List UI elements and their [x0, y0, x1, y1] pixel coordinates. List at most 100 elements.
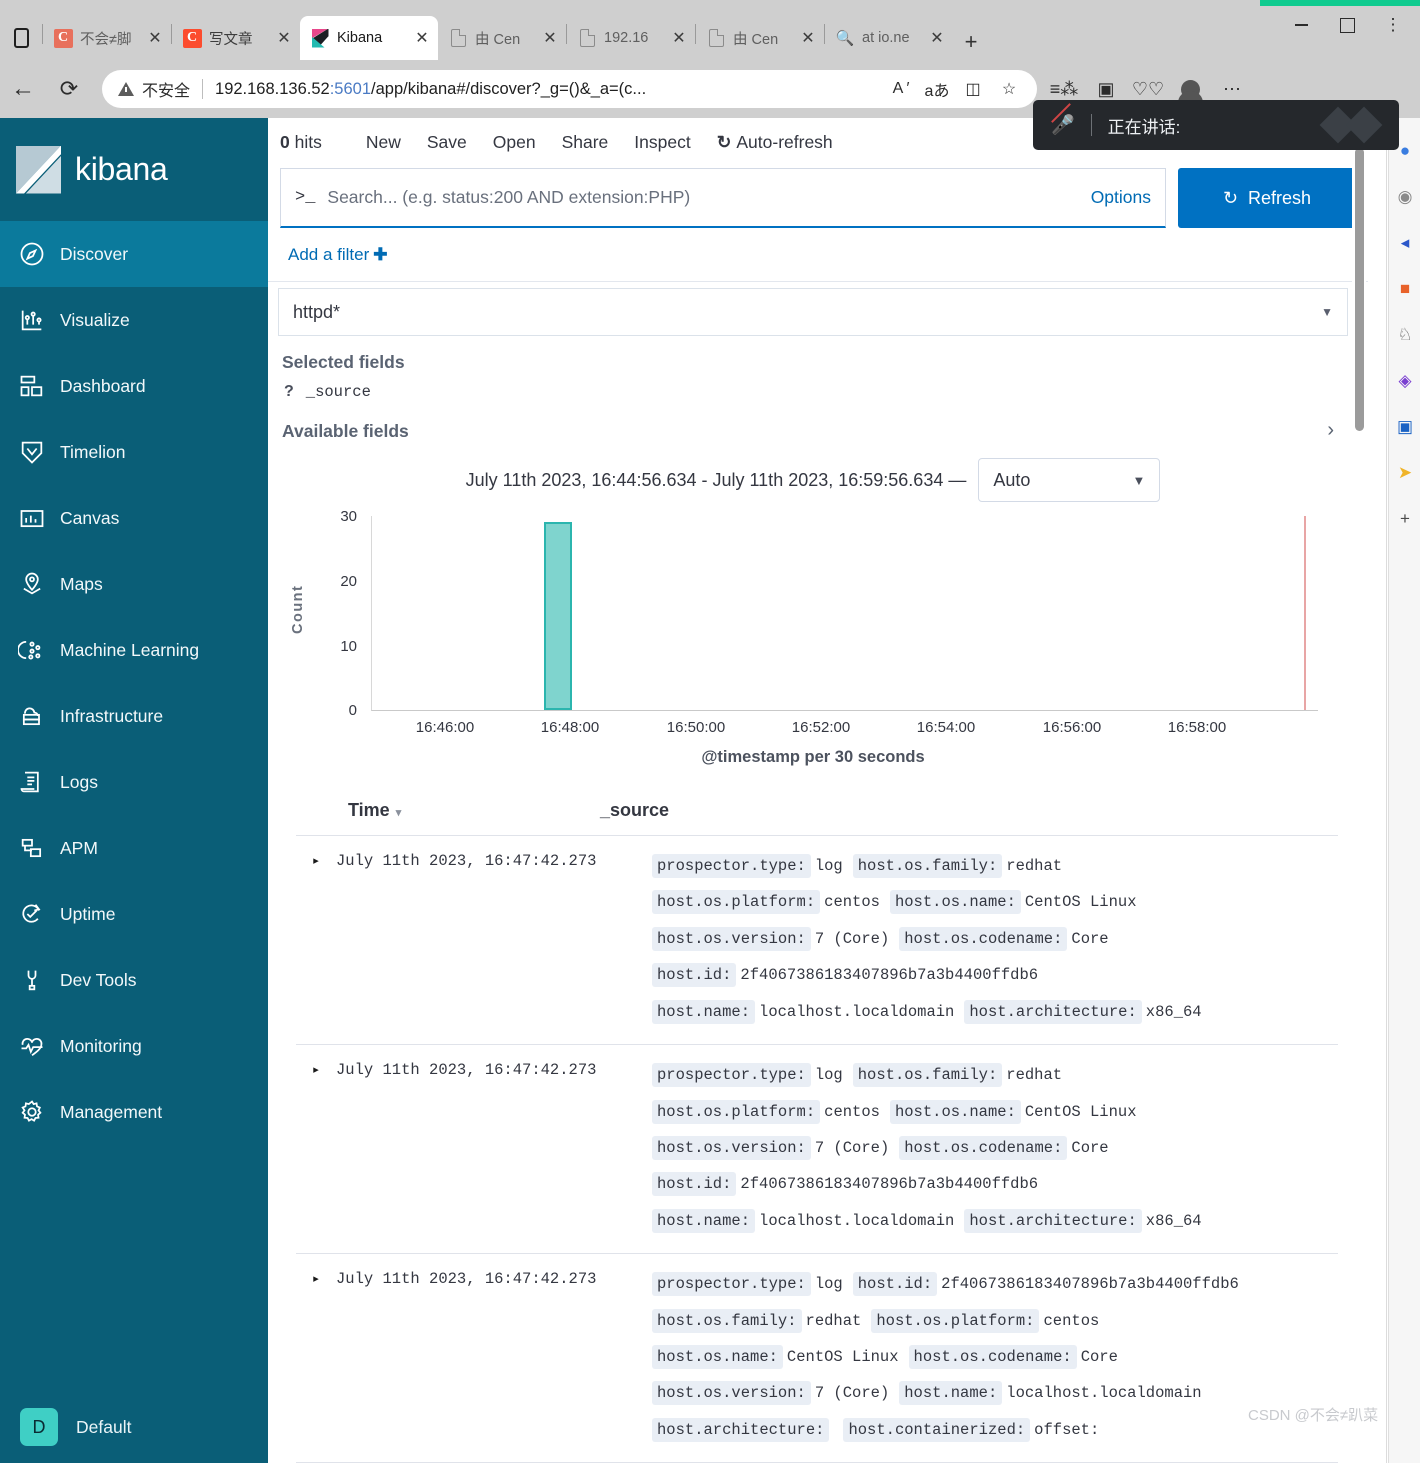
sidebar-item-infrastructure[interactable]: Infrastructure: [0, 683, 268, 749]
field-key: host.architecture:: [964, 999, 1142, 1024]
scrollbar-thumb[interactable]: [1355, 148, 1364, 431]
outlook-icon[interactable]: ◂: [1389, 220, 1420, 266]
add-icon[interactable]: +: [1389, 496, 1420, 542]
interval-select[interactable]: Auto ▼: [978, 458, 1161, 502]
sidebar-item-visualize[interactable]: Visualize: [0, 287, 268, 353]
field-key: host.os.platform:: [652, 1099, 821, 1124]
office-icon[interactable]: ◈: [1389, 358, 1420, 404]
sidebar-item-label: Maps: [60, 573, 103, 594]
more-button[interactable]: ⋮: [1370, 8, 1416, 42]
auto-refresh-button[interactable]: ↻ Auto-refresh: [717, 132, 833, 153]
chevron-right-icon[interactable]: ›: [1327, 405, 1334, 442]
browser-tab-4[interactable]: 192.16 ✕: [567, 16, 695, 60]
sidebar-item-management[interactable]: Management: [0, 1079, 268, 1145]
field-key: prospector.type:: [652, 1063, 811, 1088]
expand-row-icon[interactable]: ▸: [296, 848, 336, 1030]
field-value: log: [814, 1275, 843, 1294]
query-options-button[interactable]: Options: [1091, 187, 1151, 208]
address-bar[interactable]: 不安全 192.168.136.52:5601/app/kibana#/disc…: [102, 70, 1037, 108]
search-input[interactable]: >_ Search... (e.g. status:200 AND extens…: [280, 168, 1166, 228]
sidebar-item-discover[interactable]: Discover: [0, 221, 268, 287]
sidebar-item-timelion[interactable]: Timelion: [0, 419, 268, 485]
open-button[interactable]: Open: [493, 132, 536, 153]
field-key: host.id:: [852, 1272, 938, 1297]
speaking-overlay[interactable]: 🎤 正在讲话:: [1033, 100, 1399, 150]
maximize-icon: [1339, 17, 1355, 33]
space-selector[interactable]: D Default: [0, 1391, 268, 1463]
add-filter-button[interactable]: Add a filter ✚: [288, 245, 388, 265]
sidebar-item-logs[interactable]: Logs: [0, 749, 268, 815]
inspect-button[interactable]: Inspect: [634, 132, 690, 153]
close-icon[interactable]: ✕: [272, 26, 296, 50]
close-icon[interactable]: ✕: [667, 26, 691, 50]
translate-icon[interactable]: aあ: [919, 73, 955, 105]
sidebar-item-machine-learning[interactable]: Machine Learning: [0, 617, 268, 683]
index-pattern-select[interactable]: httpd* ▼: [278, 288, 1348, 336]
sidebar-item-canvas[interactable]: Canvas: [0, 485, 268, 551]
field-key: host.id:: [652, 1172, 737, 1197]
back-button[interactable]: ←: [0, 66, 46, 112]
mic-muted-icon[interactable]: 🎤: [1051, 103, 1075, 137]
chart-canvas[interactable]: [371, 516, 1318, 711]
field-pair: host.os.name: CentOS Linux: [652, 1345, 909, 1370]
logs-icon: [18, 768, 60, 796]
new-tab-button[interactable]: +: [953, 24, 989, 60]
query-prompt-icon: >_: [295, 188, 316, 207]
read-aloud-icon[interactable]: A ′: [883, 73, 919, 105]
table-row[interactable]: ▸ July 11th 2023, 16:47:42.273 prospecto…: [296, 1254, 1338, 1463]
games-icon[interactable]: ♘: [1389, 312, 1420, 358]
table-row[interactable]: ▸ July 11th 2023, 16:47:42.273 prospecto…: [296, 1045, 1338, 1255]
expand-row-icon[interactable]: ▸: [296, 1057, 336, 1239]
field-value: 7 (Core): [814, 1138, 890, 1157]
browser-tab-6[interactable]: 🔍 at io.ne ✕: [825, 16, 953, 60]
sidebar-item-uptime[interactable]: Uptime: [0, 881, 268, 947]
browser-tab-0[interactable]: C 不会≠脚 ✕: [43, 16, 171, 60]
histogram-bar[interactable]: [544, 522, 572, 710]
unknown-field-type-icon: ?: [284, 383, 294, 400]
drop-icon[interactable]: ➤: [1389, 450, 1420, 496]
new-button[interactable]: New: [366, 132, 401, 153]
field-value: localhost.localdomain: [1006, 1384, 1202, 1403]
infrastructure-icon: [18, 702, 60, 730]
vertical-scrollbar[interactable]: [1352, 118, 1366, 1463]
refresh-button[interactable]: ↻ Refresh: [1178, 168, 1356, 228]
close-icon[interactable]: ✕: [143, 26, 167, 50]
sidebar-item-maps[interactable]: Maps: [0, 551, 268, 617]
expand-row-icon[interactable]: ▸: [296, 1266, 336, 1448]
url-text: 192.168.136.52:5601/app/kibana#/discover…: [215, 80, 883, 99]
search-bing-icon[interactable]: ◉: [1389, 174, 1420, 220]
field-key: host.name:: [652, 999, 756, 1024]
close-icon[interactable]: ✕: [925, 26, 949, 50]
edge-sidebar: ● ◉ ◂ ■ ♘ ◈ ▣ ➤ +: [1388, 118, 1420, 1463]
field-value: [829, 1421, 843, 1439]
sidebar-item-apm[interactable]: APM: [0, 815, 268, 881]
close-icon[interactable]: ✕: [410, 26, 434, 50]
reload-button[interactable]: ⟳: [46, 66, 92, 112]
close-icon[interactable]: ✕: [796, 26, 820, 50]
share-button[interactable]: Share: [562, 132, 609, 153]
favorite-icon[interactable]: ☆: [991, 73, 1027, 105]
minimize-button[interactable]: [1278, 8, 1324, 42]
split-screen-icon[interactable]: ◫: [955, 73, 991, 105]
outlook-mail-icon[interactable]: ▣: [1389, 404, 1420, 450]
selected-field-source[interactable]: ? _source: [268, 373, 1358, 405]
tab-actions-button[interactable]: [0, 16, 42, 60]
kibana-logo[interactable]: kibana: [0, 118, 268, 221]
column-header-time[interactable]: Time ▾: [296, 800, 596, 821]
browser-tab-2-active[interactable]: Kibana ✕: [300, 16, 438, 60]
discover-body: httpd* ▼ Selected fields ? _source Avail…: [268, 282, 1368, 1463]
browser-tab-3[interactable]: 由 Cen ✕: [438, 16, 566, 60]
browser-tab-1[interactable]: C 写文章 ✕: [172, 16, 300, 60]
sidebar-item-dev-tools[interactable]: Dev Tools: [0, 947, 268, 1013]
table-row[interactable]: ▸ July 11th 2023, 16:47:42.273 prospecto…: [296, 836, 1338, 1046]
browser-tab-5[interactable]: 由 Cen ✕: [696, 16, 824, 60]
sidebar-item-monitoring[interactable]: Monitoring: [0, 1013, 268, 1079]
column-header-source[interactable]: _source: [596, 800, 669, 821]
maximize-button[interactable]: [1324, 8, 1370, 42]
chevron-down-icon: ▼: [1132, 472, 1146, 488]
bar-chart-icon: [18, 306, 60, 334]
save-button[interactable]: Save: [427, 132, 467, 153]
close-icon[interactable]: ✕: [538, 26, 562, 50]
sidebar-item-dashboard[interactable]: Dashboard: [0, 353, 268, 419]
tools-icon[interactable]: ■: [1389, 266, 1420, 312]
